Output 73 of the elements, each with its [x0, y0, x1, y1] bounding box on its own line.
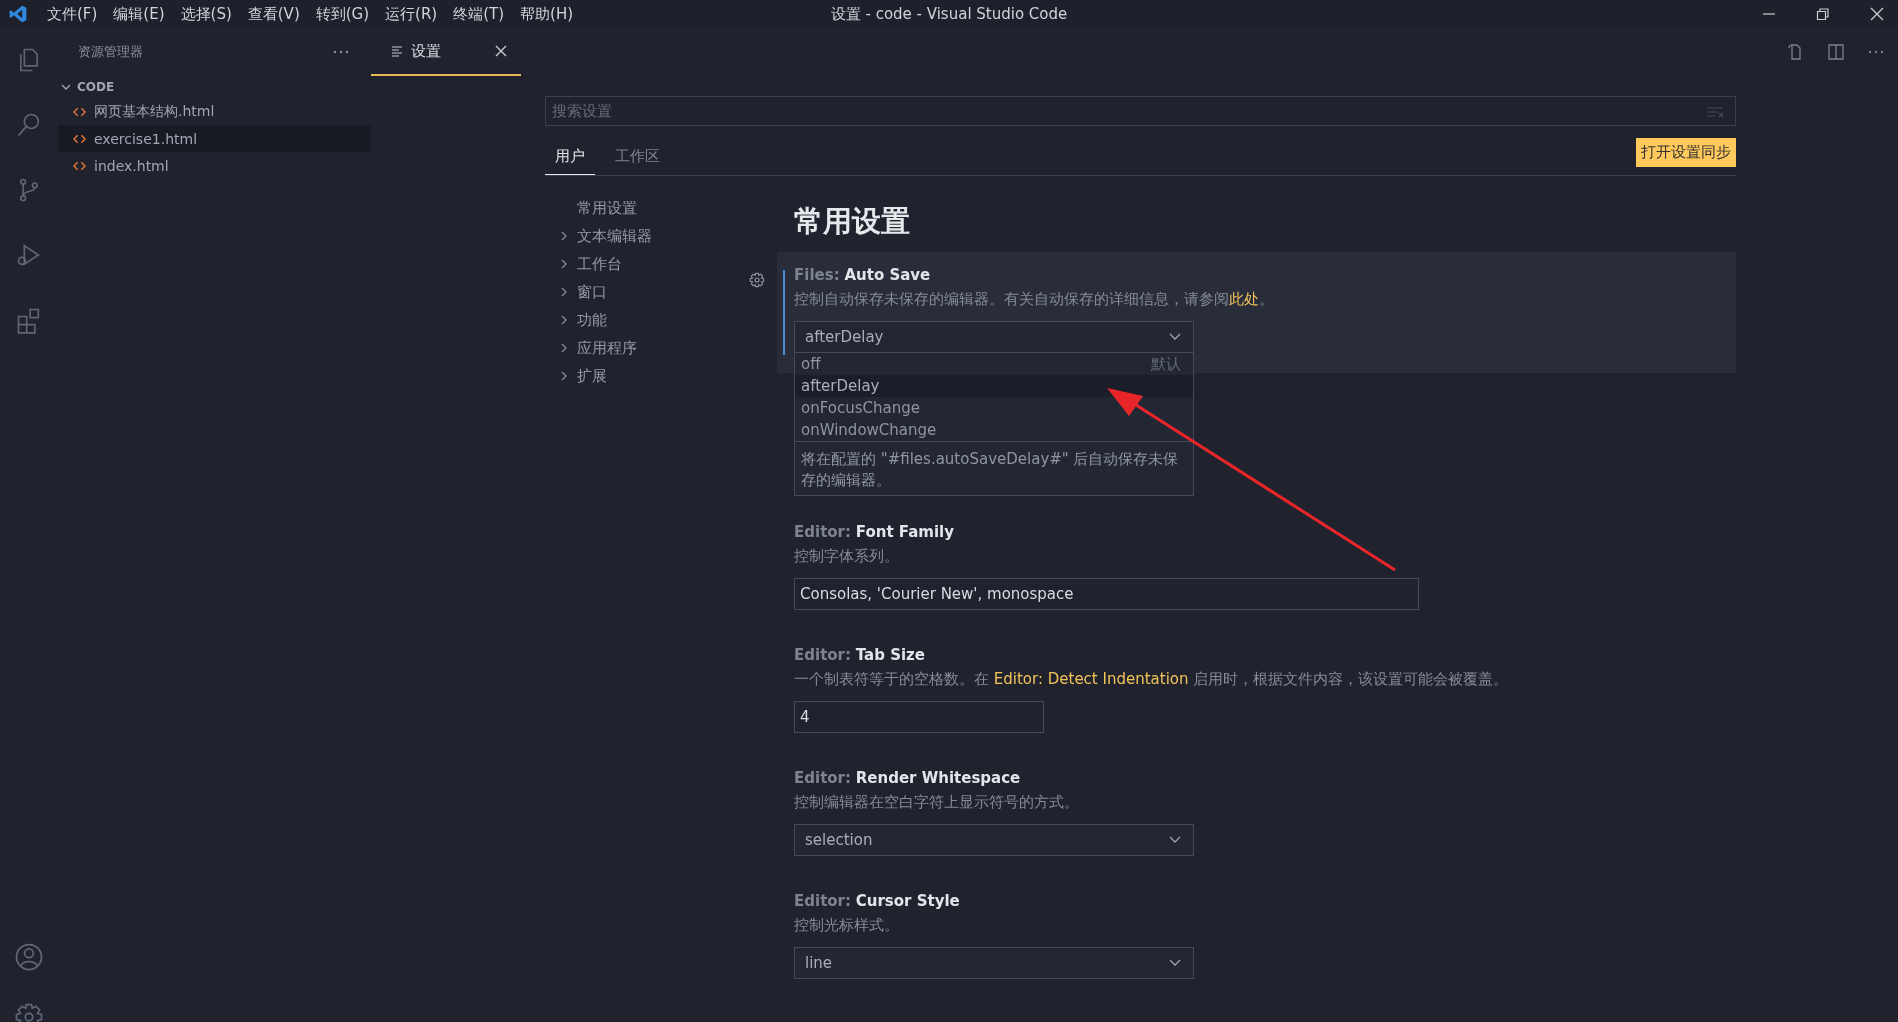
- search-field[interactable]: 搜索设置: [545, 96, 1736, 126]
- menu-item[interactable]: 选择(S): [175, 2, 237, 26]
- html-file-icon: [73, 133, 86, 144]
- menu-item[interactable]: 终端(T): [448, 2, 510, 26]
- dropdown[interactable]: selection: [794, 824, 1194, 856]
- toc-item[interactable]: 功能: [559, 306, 777, 334]
- setting-title: Editor: Render Whitespace: [794, 769, 1022, 787]
- dropdown-option[interactable]: off 默认: [795, 353, 1193, 375]
- explorer-title: 资源管理器: [78, 43, 143, 61]
- setting-description: 控制编辑器在空白字符上显示符号的方式。: [794, 793, 1080, 812]
- menu-item[interactable]: 查看(V): [242, 2, 305, 26]
- menu-item[interactable]: 运行(R): [380, 2, 443, 26]
- file-item[interactable]: index.html: [58, 152, 371, 179]
- chevron-down-icon: [1169, 836, 1181, 844]
- chevron-icon: [61, 82, 71, 92]
- file-item[interactable]: 网页基本结构.html: [58, 98, 371, 125]
- split-editor-icon[interactable]: [1826, 42, 1846, 62]
- menu-item[interactable]: 文件(F): [42, 2, 103, 26]
- setting-description: 控制自动保存未保存的编辑器。有关自动保存的详细信息，请参阅此处。: [794, 290, 1275, 309]
- sync-button[interactable]: 打开设置同步: [1636, 138, 1736, 167]
- toc-item[interactable]: 常用设置: [559, 194, 777, 222]
- account-icon[interactable]: [14, 942, 44, 972]
- chevron-icon: [559, 287, 569, 297]
- section-heading: 常用设置: [793, 203, 911, 240]
- option-description: 将在配置的 "#files.autoSaveDelay#" 后自动保存未保存的编辑器。: [795, 441, 1193, 495]
- setting-link[interactable]: 此处: [1229, 290, 1259, 308]
- chevron-icon: [559, 371, 569, 381]
- editor-tab[interactable]: 设置: [371, 28, 521, 76]
- folder-header[interactable]: CODE: [58, 76, 371, 98]
- text-input[interactable]: Consolas, 'Courier New', monospace: [794, 578, 1419, 610]
- toc-item[interactable]: 工作台: [559, 250, 777, 278]
- setting-title: Editor: Tab Size: [794, 646, 926, 664]
- html-file-icon: [73, 160, 86, 171]
- dropdown[interactable]: line: [794, 947, 1194, 979]
- dropdown-option[interactable]: onWindowChange: [795, 419, 1193, 441]
- setting-description: 控制字体系列。: [794, 547, 900, 566]
- toc-item[interactable]: 窗口: [559, 278, 777, 306]
- app-logo-icon: [8, 4, 28, 24]
- toc-item[interactable]: 文本编辑器: [559, 222, 777, 250]
- setting-link[interactable]: Editor: Detect Indentation: [993, 670, 1189, 688]
- menu-item[interactable]: 帮助(H): [515, 2, 579, 26]
- restore-icon[interactable]: [1816, 7, 1830, 21]
- chevron-icon: [559, 343, 569, 353]
- scope-tab[interactable]: 工作区: [605, 139, 670, 175]
- menu-item[interactable]: 转到(G): [310, 2, 375, 26]
- more-icon[interactable]: [1868, 50, 1884, 54]
- chevron-icon: [559, 231, 569, 241]
- chevron-icon: [559, 259, 569, 269]
- number-input[interactable]: 4: [794, 701, 1044, 733]
- dropdown-option[interactable]: afterDelay: [795, 375, 1193, 397]
- chevron-icon: [559, 315, 569, 325]
- file-item[interactable]: exercise1.html: [58, 125, 371, 152]
- close-icon[interactable]: [495, 45, 507, 57]
- toc-item[interactable]: 应用程序: [559, 334, 777, 362]
- scope-tab[interactable]: 用户: [545, 139, 595, 175]
- html-file-icon: [73, 106, 86, 117]
- clear-filter-icon[interactable]: [1706, 106, 1724, 118]
- chevron-down-icon: [1169, 333, 1181, 341]
- settings-gear-icon[interactable]: [749, 272, 765, 288]
- menu-item[interactable]: 编辑(E): [108, 2, 170, 26]
- setting-title: Editor: Font Family: [794, 523, 955, 541]
- close-icon[interactable]: [1870, 7, 1884, 21]
- chevron-down-icon: [1169, 959, 1181, 967]
- dropdown-option[interactable]: onFocusChange: [795, 397, 1193, 419]
- setting-title: Editor: Cursor Style: [794, 892, 961, 910]
- setting-description: 一个制表符等于的空格数。在 Editor: Detect Indentation 启用时，根据文件内容，该设置可能会被覆盖。: [794, 670, 1510, 689]
- setting-description: 控制光标样式。: [794, 916, 900, 935]
- dropdown[interactable]: afterDelay: [794, 321, 1194, 353]
- more-icon[interactable]: [333, 50, 349, 54]
- toc-item[interactable]: 扩展: [559, 362, 777, 390]
- window-title: 设置 - code - Visual Studio Code: [830, 4, 1068, 24]
- settings-file-icon: [391, 45, 403, 57]
- setting-title: Files: Auto Save: [794, 266, 932, 284]
